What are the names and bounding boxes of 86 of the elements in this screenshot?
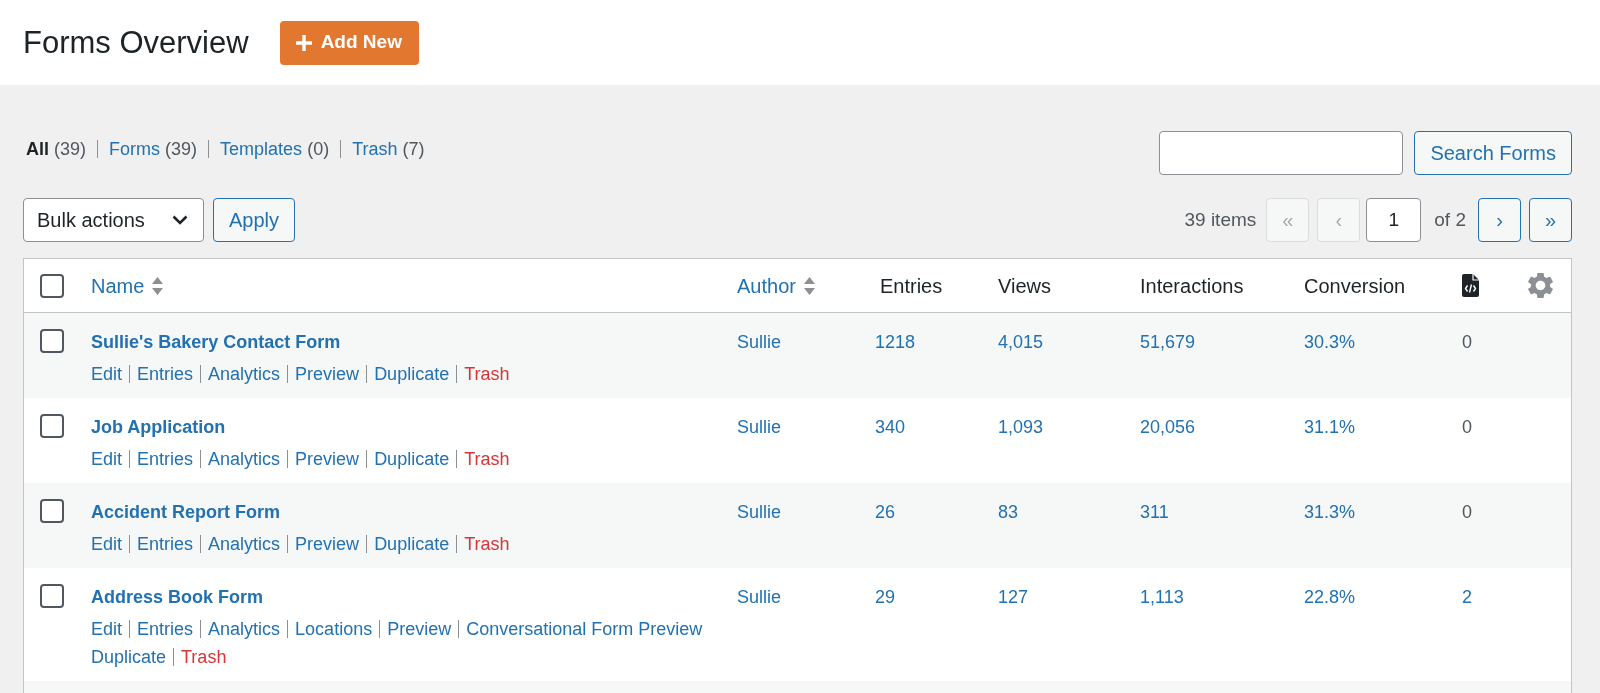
view-filter-link[interactable]: Templates (0): [220, 137, 330, 161]
row-action-link[interactable]: Conversational Form Preview: [466, 615, 703, 643]
column-header: Entries: [880, 273, 943, 299]
row-action-link[interactable]: Locations: [295, 615, 373, 643]
view-filter-link[interactable]: Trash (7): [352, 137, 425, 161]
row-action-link[interactable]: Analytics: [208, 360, 281, 388]
row-action-link[interactable]: Entries: [137, 615, 194, 643]
search-field[interactable]: [1159, 131, 1404, 175]
row-action-link[interactable]: Analytics: [208, 615, 281, 643]
row-action-link[interactable]: Trash: [464, 530, 510, 558]
row-action-link[interactable]: Duplicate: [374, 530, 450, 558]
row-action-link[interactable]: Edit: [91, 615, 123, 643]
row-action-link[interactable]: Entries: [137, 445, 194, 473]
entries-count[interactable]: 26: [875, 500, 896, 524]
conversion-rate[interactable]: 31.1%: [1304, 415, 1356, 439]
row-action-link[interactable]: Duplicate: [374, 360, 450, 388]
row-action-link[interactable]: Preview: [387, 615, 452, 643]
add-new-button[interactable]: Add New: [279, 20, 419, 65]
row-action-link[interactable]: Entries: [137, 530, 194, 558]
view-filter-link[interactable]: All (39): [26, 137, 87, 161]
select-all-checkbox[interactable]: [40, 273, 64, 298]
row-action-link[interactable]: Trash: [464, 445, 510, 473]
views-count[interactable]: 4,015: [998, 330, 1044, 354]
search-button[interactable]: Search Forms: [1414, 131, 1572, 175]
next-page-button[interactable]: ›: [1478, 198, 1521, 242]
form-name-link[interactable]: Address Book Form: [91, 585, 264, 609]
row-action-link[interactable]: Edit: [91, 530, 123, 558]
current-page-field[interactable]: 1: [1366, 198, 1422, 242]
count-link[interactable]: 2: [1462, 585, 1472, 609]
sortable-column-header[interactable]: Name: [91, 270, 145, 301]
page-title: Forms Overview: [23, 23, 249, 62]
code-file-icon: [1462, 274, 1479, 297]
sortable-column-header[interactable]: Author: [737, 270, 796, 301]
row-action-link[interactable]: Entries: [137, 360, 194, 388]
chevron-down-icon: [172, 215, 188, 225]
table-cell-text: 0: [1462, 501, 1472, 524]
row-action-link[interactable]: Preview: [295, 360, 360, 388]
row-checkbox[interactable]: [40, 414, 64, 438]
row-action-link[interactable]: Duplicate: [91, 643, 167, 671]
row-action-link[interactable]: Trash: [464, 360, 510, 388]
row-action-link[interactable]: Analytics: [208, 445, 281, 473]
views-count[interactable]: 1,093: [998, 415, 1044, 439]
view-filter-link[interactable]: Forms (39): [109, 137, 198, 161]
views-count[interactable]: 83: [998, 500, 1019, 524]
conversion-rate[interactable]: 22.8%: [1304, 585, 1356, 609]
row-action-link[interactable]: Trash: [181, 643, 227, 671]
column-header: Interactions: [1140, 273, 1244, 299]
column-header: Views: [998, 273, 1051, 299]
row-action-link[interactable]: Edit: [91, 445, 123, 473]
interactions-count[interactable]: 51,679: [1140, 330, 1196, 354]
form-name-link[interactable]: Sullie's Bakery Contact Form: [91, 330, 341, 354]
interactions-count[interactable]: 311: [1140, 500, 1169, 524]
page-total: of 2: [1434, 207, 1466, 232]
row-checkbox[interactable]: [40, 584, 64, 608]
sort-icon[interactable]: [152, 276, 164, 295]
bulk-actions-dropdown[interactable]: Bulk actions: [23, 198, 204, 242]
last-page-button[interactable]: »: [1529, 198, 1572, 242]
views-count[interactable]: 127: [998, 585, 1029, 609]
form-name-link[interactable]: Accident Report Form: [91, 500, 281, 524]
plus-icon: [295, 34, 312, 51]
row-action-link[interactable]: Duplicate: [374, 445, 450, 473]
entries-count[interactable]: 1218: [875, 330, 916, 354]
apply-button[interactable]: Apply: [213, 198, 296, 242]
row-action-link[interactable]: Preview: [295, 445, 360, 473]
row-action-link[interactable]: Preview: [295, 530, 360, 558]
author-link[interactable]: Sullie: [737, 585, 782, 609]
interactions-count[interactable]: 1,113: [1140, 585, 1184, 609]
form-name-link[interactable]: Job Application: [91, 415, 226, 439]
author-link[interactable]: Sullie: [737, 500, 782, 524]
entries-count[interactable]: 29: [875, 585, 896, 609]
entries-count[interactable]: 340: [875, 415, 906, 439]
row-action-link[interactable]: Analytics: [208, 530, 281, 558]
row-checkbox[interactable]: [40, 329, 64, 353]
conversion-rate[interactable]: 30.3%: [1304, 330, 1356, 354]
table-cell-text: 0: [1462, 416, 1472, 439]
settings-icon[interactable]: [1528, 273, 1553, 298]
table-cell-text: 0: [1462, 331, 1472, 354]
interactions-count[interactable]: 20,056: [1140, 415, 1196, 439]
row-action-link[interactable]: Edit: [91, 360, 123, 388]
author-link[interactable]: Sullie: [737, 330, 782, 354]
author-link[interactable]: Sullie: [737, 415, 782, 439]
column-header: Conversion: [1304, 273, 1406, 299]
item-count: 39 items: [1184, 207, 1257, 232]
conversion-rate[interactable]: 31.3%: [1304, 500, 1356, 524]
row-checkbox[interactable]: [40, 499, 64, 523]
sort-icon[interactable]: [803, 276, 815, 295]
